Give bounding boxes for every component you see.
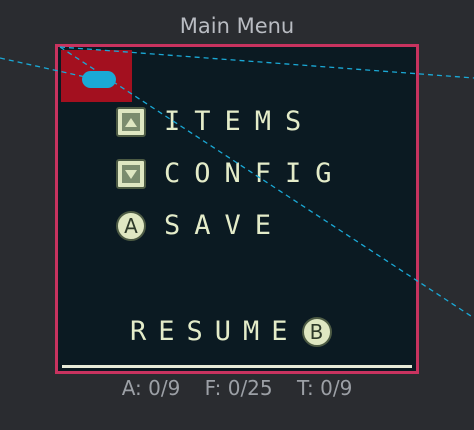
b-button-icon: B [301,317,332,347]
screen-bottom-line [62,365,412,368]
down-arrow-button-icon [116,159,146,189]
status-bar: A: 0/9 F: 0/25 T: 0/9 [0,376,474,400]
cursor-pill [82,71,116,88]
status-a: A: 0/9 [121,376,181,400]
a-button-icon: A [116,211,146,241]
menu-item-resume[interactable]: RESUME B [130,315,332,349]
window-title: Main Menu [179,14,295,38]
app-window: Main Menu ITEMS CONFIG A SAVE RESUME B A… [0,0,474,430]
menu-item-config[interactable]: CONFIG [116,157,346,191]
menu-item-label: CONFIG [164,158,346,189]
up-arrow-button-icon [116,107,146,137]
resume-label: RESUME [130,316,300,347]
menu-item-label: ITEMS [164,106,316,137]
status-f: F: 0/25 [204,376,273,400]
menu-item-save[interactable]: A SAVE [116,209,285,243]
game-screen: ITEMS CONFIG A SAVE RESUME B [55,44,419,374]
menu-item-items[interactable]: ITEMS [116,105,315,139]
menu-item-label: SAVE [164,210,286,241]
status-t: T: 0/9 [297,376,353,400]
cursor-box [61,50,132,102]
